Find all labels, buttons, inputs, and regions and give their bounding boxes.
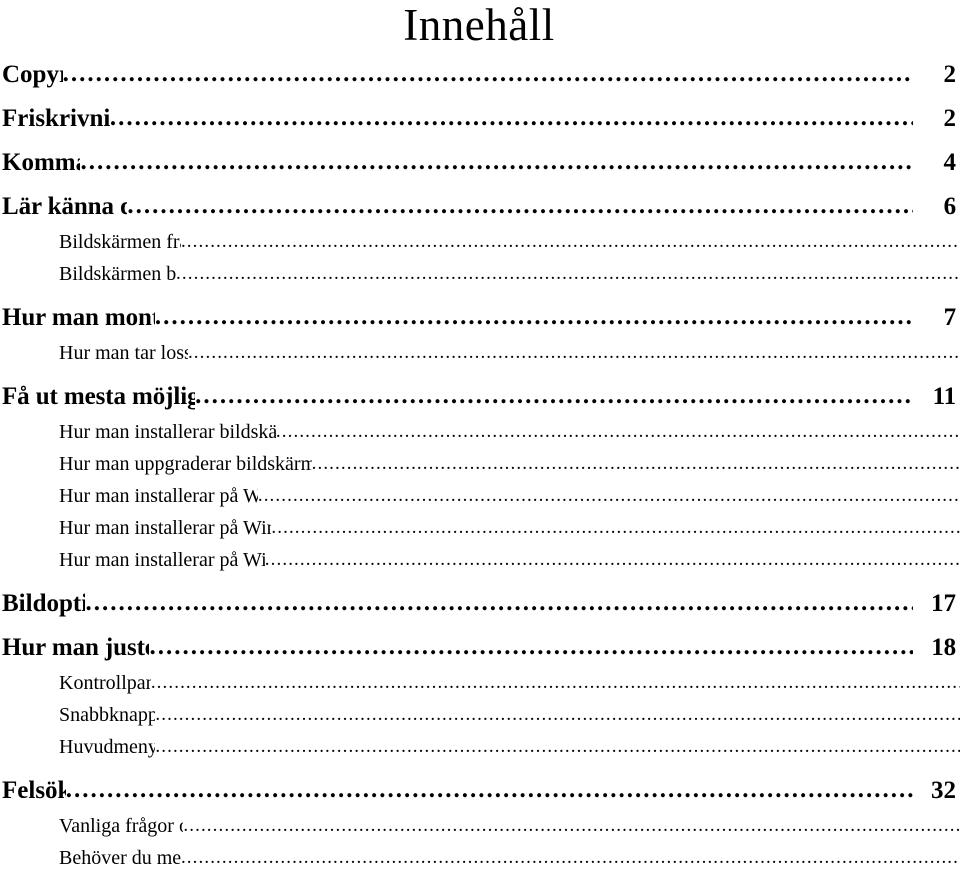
toc-entry[interactable]: Hur man installerar på Windows 7-system.…: [2, 486, 960, 507]
toc-dot-leader: ........................................…: [154, 305, 913, 330]
table-of-contents: Copyright...............................…: [2, 62, 960, 869]
toc-entry[interactable]: Kontrollpanelen.........................…: [2, 673, 960, 694]
toc-entry-label: Hur man monterar bildskärmen: [2, 305, 155, 331]
toc-dot-leader: ........................................…: [311, 454, 960, 474]
toc-dot-leader: ........................................…: [150, 673, 960, 693]
toc-dot-leader: ........................................…: [62, 62, 913, 87]
toc-entry-label: Komma igång: [2, 150, 81, 176]
toc-dot-leader: ........................................…: [127, 194, 913, 219]
toc-dot-leader: ........................................…: [155, 737, 960, 757]
toc-entry-page-number: 18: [931, 635, 956, 661]
toc-entry-label: Snabbknappläget: [59, 705, 156, 726]
toc-dot-leader: ........................................…: [85, 591, 913, 616]
toc-entry[interactable]: Hur man justerar bildskärmen............…: [2, 635, 956, 661]
toc-entry-label: Felsökning: [2, 778, 66, 804]
toc-dot-leader: ........................................…: [183, 816, 960, 836]
toc-entry[interactable]: Lär känna din bildskärm.................…: [2, 194, 956, 220]
toc-entry[interactable]: Hur man tar loss stativet...............…: [2, 343, 960, 364]
toc-entry-page-number: 6: [943, 194, 956, 220]
toc-entry-label: Hur man uppgraderar bildskärmen på en ex…: [59, 454, 312, 475]
toc-entry-label: Hur man installerar på Windows Vista-sys…: [59, 518, 271, 539]
toc-entry-label: Hur man justerar bildskärmen: [2, 635, 149, 661]
toc-entry-label: Lär känna din bildskärm: [2, 194, 128, 220]
toc-entry[interactable]: Hur man installerar bildskärmen på en ny…: [2, 422, 960, 443]
toc-dot-leader: ........................................…: [149, 635, 913, 660]
toc-entry[interactable]: Hur man uppgraderar bildskärmen på en ex…: [2, 454, 960, 475]
toc-entry-label: Vanliga frågor och svar: [59, 816, 183, 837]
toc-dot-leader: ........................................…: [155, 705, 960, 725]
toc-entry-label: Få ut mesta möjliga av din BenQ bildskär…: [2, 384, 196, 410]
toc-dot-leader: ........................................…: [80, 150, 913, 175]
toc-entry-label: Huvudmenyläget: [59, 737, 156, 758]
toc-entry-label: Bildoptimering: [2, 591, 86, 617]
toc-entry-page-number: 32: [931, 778, 956, 804]
toc-dot-leader: ........................................…: [109, 106, 913, 131]
toc-entry-label: Behöver du mer hjälp?: [59, 848, 181, 869]
toc-entry-page-number: 11: [932, 384, 956, 410]
toc-entry-label: Hur man installerar på Windows 7-system: [59, 486, 258, 507]
toc-dot-leader: ........................................…: [187, 343, 960, 363]
toc-dot-leader: ........................................…: [180, 848, 960, 868]
toc-entry-page-number: 17: [931, 591, 956, 617]
toc-entry[interactable]: Hur man monterar bildskärmen............…: [2, 305, 956, 331]
toc-entry[interactable]: Snabbknappläget.........................…: [2, 705, 960, 726]
toc-dot-leader: ........................................…: [275, 422, 960, 442]
toc-entry[interactable]: Hur man installerar på Windows XP-system…: [2, 550, 960, 571]
toc-entry[interactable]: Huvudmenyläget..........................…: [2, 737, 960, 758]
toc-entry-label: Bildskärmen framifrån: [59, 232, 181, 253]
toc-entry-page-number: 2: [943, 62, 957, 88]
toc-dot-leader: ........................................…: [257, 486, 960, 506]
toc-dot-leader: ........................................…: [176, 264, 960, 284]
toc-entry-page-number: 2: [943, 106, 957, 132]
document-page: Innehåll Copyright......................…: [0, 0, 960, 895]
toc-entry-label: Kontrollpanelen: [59, 673, 151, 694]
toc-entry[interactable]: Bildskärmen framifrån...................…: [2, 232, 960, 253]
toc-entry[interactable]: Behöver du mer hjälp?...................…: [2, 848, 960, 869]
toc-entry-label: Friskrivningsklausul: [2, 106, 110, 132]
toc-entry-label: Hur man tar loss stativet: [59, 343, 188, 364]
toc-entry[interactable]: Bildskärmen bakifrån....................…: [2, 264, 960, 285]
toc-entry[interactable]: Bildoptimering..........................…: [2, 591, 956, 617]
toc-dot-leader: ........................................…: [271, 518, 960, 538]
toc-entry-page-number: 4: [943, 150, 957, 176]
toc-dot-leader: ........................................…: [65, 778, 913, 803]
toc-entry-page-number: 7: [943, 305, 956, 331]
toc-dot-leader: ........................................…: [264, 550, 960, 570]
toc-entry[interactable]: Felsökning..............................…: [2, 778, 956, 804]
toc-entry-label: Hur man installerar bildskärmen på en ny…: [59, 422, 276, 443]
page-title: Innehåll: [403, 0, 555, 50]
toc-entry[interactable]: Copyright...............................…: [2, 62, 956, 88]
toc-entry[interactable]: Komma igång.............................…: [2, 150, 956, 176]
toc-entry[interactable]: Friskrivningsklausul....................…: [2, 106, 956, 132]
toc-entry-label: Hur man installerar på Windows XP-system: [59, 550, 265, 571]
toc-entry-label: Copyright: [2, 62, 63, 88]
toc-entry[interactable]: Hur man installerar på Windows Vista-sys…: [2, 518, 960, 539]
toc-entry-label: Bildskärmen bakifrån: [59, 264, 177, 285]
toc-dot-leader: ........................................…: [195, 384, 913, 409]
toc-entry[interactable]: Vanliga frågor och svar.................…: [2, 816, 960, 837]
toc-entry[interactable]: Få ut mesta möjliga av din BenQ bildskär…: [2, 384, 956, 410]
toc-dot-leader: ........................................…: [180, 232, 960, 252]
